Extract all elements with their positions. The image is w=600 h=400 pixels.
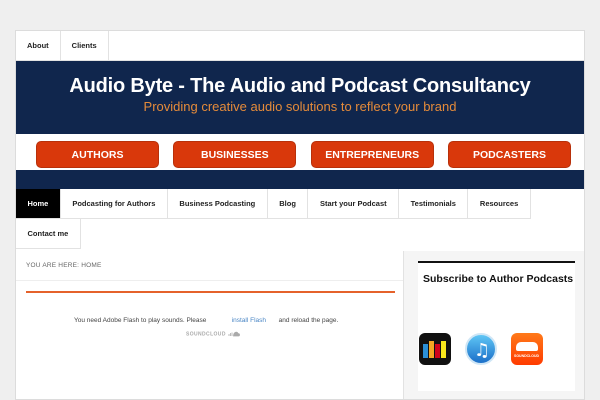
subscribe-icons: ♫ SOUNDCLOUD bbox=[418, 333, 575, 367]
authors-button[interactable]: AUTHORS bbox=[36, 141, 159, 168]
entrepreneurs-button[interactable]: ENTREPRENEURS bbox=[310, 141, 434, 168]
nav-resources[interactable]: Resources bbox=[468, 189, 531, 219]
cloud-shape-icon bbox=[516, 342, 538, 351]
top-nav: About Clients bbox=[16, 31, 584, 61]
podcasters-button[interactable]: PODCASTERS bbox=[447, 141, 571, 168]
main-column: YOU ARE HERE: HOME You need Adobe Flash … bbox=[16, 251, 404, 399]
itunes-icon[interactable]: ♫ bbox=[465, 333, 497, 365]
sidebar: Subscribe to Author Podcasts ♫ SOUNDCLOU… bbox=[405, 251, 584, 399]
flash-message-suffix: and reload the page. bbox=[278, 317, 339, 324]
nav-podcasting-for-authors[interactable]: Podcasting for Authors bbox=[60, 189, 168, 219]
flash-message-text: You need Adobe Flash to play sounds. Ple… bbox=[74, 317, 207, 324]
flash-message: You need Adobe Flash to play sounds. Ple… bbox=[74, 317, 338, 324]
soundcloud-icon-label: SOUNDCLOUD bbox=[514, 354, 540, 358]
nav-home[interactable]: Home bbox=[16, 189, 61, 219]
breadcrumb-prefix: YOU ARE HERE: bbox=[26, 262, 80, 269]
stitcher-icon[interactable] bbox=[419, 333, 451, 365]
install-flash-link[interactable]: install Flash bbox=[232, 317, 266, 324]
soundcloud-cloud-icon bbox=[228, 331, 240, 337]
site-tagline: Providing creative audio solutions to re… bbox=[143, 99, 457, 114]
businesses-button[interactable]: BUSINESSES bbox=[173, 141, 297, 168]
soundcloud-player: You need Adobe Flash to play sounds. Ple… bbox=[26, 291, 395, 361]
soundcloud-brand[interactable]: SOUNDCLOUD bbox=[186, 331, 240, 337]
content-area: YOU ARE HERE: HOME You need Adobe Flash … bbox=[16, 251, 584, 399]
top-nav-about[interactable]: About bbox=[16, 31, 61, 60]
soundcloud-brand-label: SOUNDCLOUD bbox=[186, 331, 226, 338]
music-note-icon: ♫ bbox=[474, 340, 491, 361]
subscribe-widget: Subscribe to Author Podcasts ♫ SOUNDCLOU… bbox=[418, 261, 575, 391]
page-container: About Clients Audio Byte - The Audio and… bbox=[15, 30, 585, 400]
nav-business-podcasting[interactable]: Business Podcasting bbox=[167, 189, 268, 219]
widget-title: Subscribe to Author Podcasts bbox=[423, 273, 574, 285]
nav-testimonials[interactable]: Testimonials bbox=[399, 189, 469, 219]
site-title: Audio Byte - The Audio and Podcast Consu… bbox=[69, 75, 531, 97]
breadcrumb-current: HOME bbox=[81, 262, 102, 269]
main-nav: Home Podcasting for Authors Business Pod… bbox=[16, 187, 584, 249]
nav-start-your-podcast[interactable]: Start your Podcast bbox=[308, 189, 400, 219]
nav-contact-me[interactable]: Contact me bbox=[16, 219, 81, 249]
top-nav-clients[interactable]: Clients bbox=[61, 31, 109, 60]
soundcloud-icon[interactable]: SOUNDCLOUD bbox=[511, 333, 543, 365]
nav-blog[interactable]: Blog bbox=[267, 189, 309, 219]
header-banner[interactable]: Audio Byte - The Audio and Podcast Consu… bbox=[16, 61, 584, 134]
header-bottom-bar bbox=[16, 170, 584, 187]
breadcrumb: YOU ARE HERE: HOME bbox=[16, 251, 403, 281]
